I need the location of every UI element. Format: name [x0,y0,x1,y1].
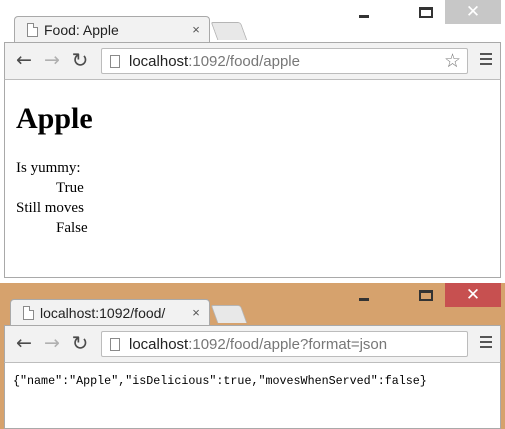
back-button[interactable]: ← [13,49,35,71]
minimize-button[interactable] [351,283,377,307]
forward-button[interactable]: → [41,332,63,354]
window-close-button[interactable]: ✕ [445,283,501,307]
url-host: localhost [129,52,189,70]
tab-food-apple[interactable]: Food: Apple × [14,16,210,42]
page-heading: Apple [16,102,93,135]
tab-localhost-food[interactable]: localhost:1092/food/ × [10,299,210,325]
page-content: Apple Is yummy: True Still moves False [4,80,501,278]
chrome-menu-button[interactable] [480,53,492,67]
json-response-text: {"name":"Apple","isDelicious":true,"move… [13,374,427,388]
definition-value: True [56,180,84,196]
minimize-icon [359,297,369,301]
page-favicon-icon [27,22,38,37]
close-icon: ✕ [465,285,481,304]
hamburger-icon [480,336,492,338]
forward-button[interactable]: → [41,49,63,71]
address-bar[interactable]: localhost:1092/food/apple?format=json [101,331,468,357]
bookmark-star-icon[interactable]: ☆ [444,50,461,72]
maximize-icon [419,289,433,301]
page-icon [110,54,120,68]
back-arrow-icon: ← [16,332,32,354]
browser-toolbar: ← → ↻ localhost:1092/food/apple ☆ [4,42,501,80]
forward-arrow-icon: → [44,49,60,71]
tab-close-icon[interactable]: × [187,22,205,37]
tab-title: localhost:1092/food/ [40,304,166,321]
back-button[interactable]: ← [13,332,35,354]
reload-icon: ↻ [71,48,89,72]
browser-window-2: localhost:1092/food/ × ✕ ← → ↻ localhost… [0,283,505,429]
tab-strip: localhost:1092/food/ × ✕ [0,283,505,325]
address-bar[interactable]: localhost:1092/food/apple ☆ [101,48,468,74]
maximize-button[interactable] [413,283,439,307]
page-icon [110,337,120,351]
maximize-button[interactable] [413,0,439,24]
forward-arrow-icon: → [44,332,60,354]
reload-button[interactable]: ↻ [69,331,91,355]
reload-icon: ↻ [71,331,89,355]
browser-toolbar: ← → ↻ localhost:1092/food/apple?format=j… [4,325,501,363]
minimize-button[interactable] [351,0,377,24]
new-tab-button[interactable] [210,305,248,323]
reload-button[interactable]: ↻ [69,48,91,72]
browser-window-1: Food: Apple × ✕ ← → ↻ localhost:1092/foo… [0,0,505,283]
tab-title: Food: Apple [44,21,119,38]
new-tab-button[interactable] [210,22,248,40]
definition-term: Is yummy: [16,160,81,176]
maximize-icon [419,6,433,18]
tab-close-icon[interactable]: × [187,305,205,320]
tab-strip: Food: Apple × ✕ [0,0,505,42]
url-host: localhost [129,335,189,353]
back-arrow-icon: ← [16,49,32,71]
chrome-menu-button[interactable] [480,336,492,350]
url-path: :1092/food/apple?format=json [188,335,388,353]
url-path: :1092/food/apple [188,52,300,70]
close-icon: ✕ [465,2,481,21]
page-content: {"name":"Apple","isDelicious":true,"move… [4,363,501,429]
window-close-button[interactable]: ✕ [445,0,501,24]
definition-value: False [56,220,88,236]
minimize-icon [359,14,369,18]
definition-term: Still moves [16,200,84,216]
hamburger-icon [480,53,492,55]
page-favicon-icon [23,305,34,320]
